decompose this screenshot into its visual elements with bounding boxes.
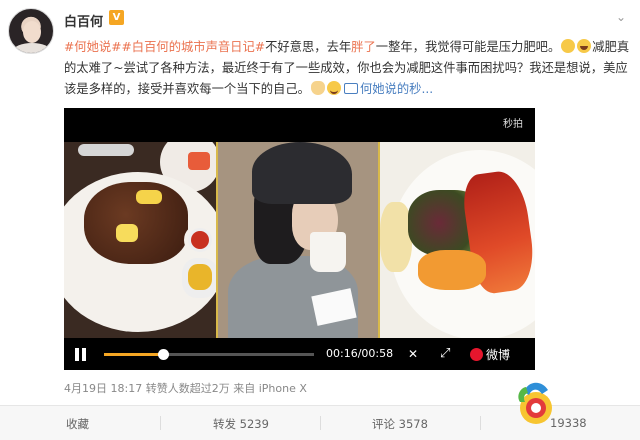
site-logo-icon (518, 382, 552, 424)
post-date[interactable]: 4月19日 18:17 (64, 382, 142, 395)
highlight-text[interactable]: 胖了 (351, 40, 376, 54)
hashtag-link[interactable]: #白百何的城市声音日记# (122, 40, 266, 54)
mute-icon[interactable]: ✕ (408, 347, 418, 361)
progress-slider[interactable] (104, 349, 314, 360)
post-text-part: 一整年，我觉得可能是压力肥吧。 (375, 40, 561, 54)
repost-note: 转赞人数超过2万 (145, 382, 230, 395)
favorite-button[interactable]: 收藏 (66, 416, 89, 432)
laugh-emoji-icon (577, 39, 592, 53)
salad-image (380, 202, 412, 272)
pause-icon[interactable] (74, 348, 88, 361)
video-link-icon (343, 83, 358, 94)
video-player[interactable]: 秒拍 00:16/00:58 ✕ ⤢ 微博 (64, 108, 535, 370)
verified-badge-icon: V (109, 10, 124, 25)
progress-knob[interactable] (157, 349, 169, 360)
emoji-icon (561, 39, 576, 53)
video-link[interactable]: 何她说的秒... (360, 82, 433, 96)
avatar-shirt (13, 43, 51, 53)
post-text: #何她说##白百何的城市声音日记#不好意思，去年胖了一整年，我觉得可能是压力肥吧… (64, 37, 630, 100)
video-panel-steak (64, 142, 216, 338)
video-panel-person (216, 142, 380, 338)
video-time: 00:16/00:58 (326, 347, 394, 360)
from-label: 来自 (233, 382, 256, 395)
smile-emoji-icon (326, 81, 341, 95)
cup-image (310, 232, 346, 272)
fullscreen-icon[interactable]: ⤢ (440, 346, 450, 361)
chevron-down-icon[interactable]: ⌄ (616, 10, 626, 24)
weibo-dot-icon (470, 348, 483, 361)
user-avatar[interactable] (8, 8, 54, 54)
repost-button[interactable]: 转发 5239 (213, 416, 269, 432)
sauce-bowl-image (184, 224, 216, 256)
person-hat-image (252, 142, 352, 204)
orange-slice-image (418, 250, 486, 290)
comment-button[interactable]: 评论 3578 (372, 416, 428, 432)
username-link[interactable]: 白百何 (64, 11, 103, 30)
video-panel-lobster (380, 142, 535, 338)
video-watermark: 秒拍 (503, 119, 523, 130)
weibo-brand: 微博 (486, 348, 511, 362)
butter-image (136, 190, 162, 204)
spoon-image (78, 144, 134, 156)
post-meta: 4月19日 18:17 转赞人数超过2万 来自 iPhone X (64, 380, 307, 396)
hashtag-link[interactable]: #何她说# (64, 40, 122, 54)
post-text-part: 不好意思，去年 (265, 40, 352, 54)
weibo-logo-icon[interactable]: 微博 (470, 346, 510, 363)
corn-bowl-image (182, 258, 216, 298)
progress-fill (104, 353, 163, 356)
hand-emoji-icon (310, 81, 325, 95)
avatar-face (23, 21, 41, 43)
device-link[interactable]: iPhone X (259, 382, 307, 395)
divider (160, 416, 161, 430)
video-controls: 00:16/00:58 ✕ ⤢ 微博 (64, 338, 535, 370)
divider (480, 416, 481, 430)
butter-image (116, 224, 138, 242)
divider (320, 416, 321, 430)
